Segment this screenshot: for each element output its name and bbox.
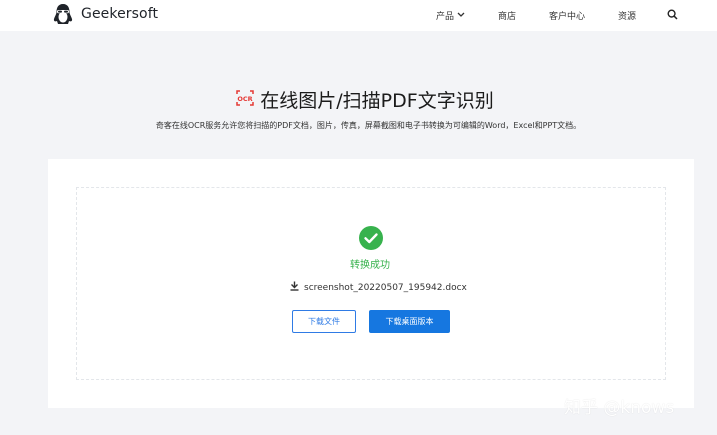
ocr-icon: OCR bbox=[235, 89, 255, 111]
watermark: 知乎 @knows bbox=[564, 398, 675, 418]
penguin-logo-icon bbox=[52, 3, 74, 25]
nav-products[interactable]: 产品 bbox=[436, 9, 465, 22]
nav-customer-center[interactable]: 客户中心 bbox=[549, 9, 585, 22]
nav-store[interactable]: 商店 bbox=[498, 9, 516, 22]
success-check-icon bbox=[359, 226, 383, 254]
download-file-button[interactable]: 下载文件 bbox=[292, 310, 356, 333]
page-title-row: OCR 在线图片/扫描PDF文字识别 bbox=[0, 86, 717, 113]
page-subtitle: 奇客在线OCR服务允许您将扫描的PDF文档，图片，传真，屏幕截图和电子书转换为可… bbox=[155, 121, 582, 130]
brand-logo[interactable]: Geekersoft bbox=[52, 3, 158, 25]
chevron-down-icon bbox=[457, 11, 465, 21]
download-icon bbox=[290, 281, 299, 294]
nav-products-label: 产品 bbox=[436, 12, 455, 22]
svg-text:OCR: OCR bbox=[238, 95, 253, 103]
brand-name: Geekersoft bbox=[81, 6, 159, 22]
search-icon[interactable] bbox=[667, 9, 678, 23]
page-title: 在线图片/扫描PDF文字识别 bbox=[260, 90, 494, 112]
result-file[interactable]: screenshot_20220507_195942.docx bbox=[290, 281, 467, 294]
nav-resources[interactable]: 资源 bbox=[618, 9, 636, 22]
conversion-status: 转换成功 bbox=[350, 260, 390, 271]
site-header: Geekersoft 产品 商店 客户中心 资源 bbox=[0, 0, 717, 31]
result-filename: screenshot_20220507_195942.docx bbox=[304, 282, 467, 293]
download-desktop-button[interactable]: 下载桌面版本 bbox=[369, 310, 450, 333]
